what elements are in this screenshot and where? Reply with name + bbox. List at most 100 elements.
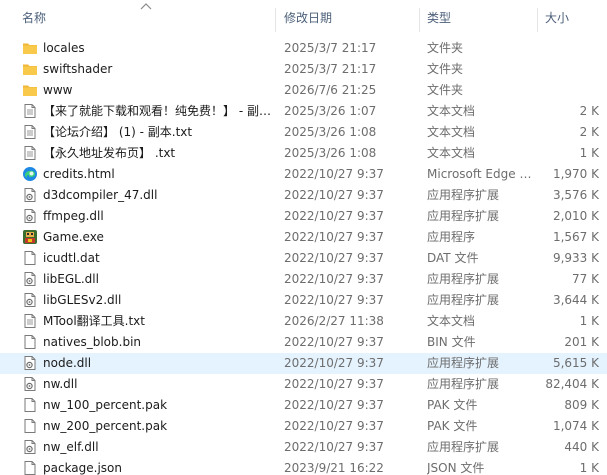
file-type: BIN 文件 bbox=[427, 335, 476, 349]
sort-ascending-icon[interactable] bbox=[140, 1, 152, 11]
text-file-icon bbox=[22, 124, 38, 140]
file-icon bbox=[22, 418, 38, 434]
file-size: 809 K bbox=[564, 398, 599, 412]
file-name: locales bbox=[43, 41, 85, 55]
file-type: 文本文档 bbox=[427, 146, 476, 160]
dll-file-icon bbox=[22, 187, 38, 203]
text-file-icon bbox=[22, 103, 38, 119]
file-type: 应用程序扩展 bbox=[427, 377, 500, 391]
file-modified-date: 2022/10/27 9:37 bbox=[284, 251, 384, 265]
file-icon bbox=[22, 460, 38, 475]
file-size: 201 K bbox=[564, 335, 599, 349]
dll-file-icon bbox=[22, 292, 38, 308]
file-row[interactable]: Game.exe 2022/10/27 9:37 应用程序 1,567 K bbox=[0, 227, 607, 248]
file-size: 5,615 K bbox=[552, 356, 599, 370]
file-modified-date: 2025/3/7 21:17 bbox=[284, 62, 377, 76]
file-modified-date: 2022/10/27 9:37 bbox=[284, 440, 384, 454]
file-name: nw.dll bbox=[43, 377, 78, 391]
file-modified-date: 2025/3/26 1:07 bbox=[284, 104, 377, 118]
file-name: nw_elf.dll bbox=[43, 440, 99, 454]
file-type: 应用程序扩展 bbox=[427, 209, 500, 223]
column-divider[interactable] bbox=[419, 8, 420, 32]
file-row[interactable]: www 2026/7/6 21:25 文件夹 bbox=[0, 80, 607, 101]
column-divider[interactable] bbox=[275, 8, 276, 32]
file-modified-date: 2023/9/21 16:22 bbox=[284, 461, 384, 475]
file-row[interactable]: libEGL.dll 2022/10/27 9:37 应用程序扩展 77 K bbox=[0, 269, 607, 290]
file-type: 应用程序 bbox=[427, 230, 476, 244]
file-name: icudtl.dat bbox=[43, 251, 100, 265]
file-modified-date: 2026/2/27 11:38 bbox=[284, 314, 384, 328]
file-list: locales 2025/3/7 21:17 文件夹 swiftshader 2… bbox=[0, 38, 607, 475]
file-row[interactable]: libGLESv2.dll 2022/10/27 9:37 应用程序扩展 3,6… bbox=[0, 290, 607, 311]
file-row[interactable]: 【永久地址发布页】 .txt 2025/3/26 1:08 文本文档 1 K bbox=[0, 143, 607, 164]
file-name: swiftshader bbox=[43, 62, 113, 76]
file-type: 应用程序扩展 bbox=[427, 293, 500, 307]
folder-icon bbox=[22, 82, 38, 98]
file-row[interactable]: icudtl.dat 2022/10/27 9:37 DAT 文件 9,933 … bbox=[0, 248, 607, 269]
file-row[interactable]: node.dll 2022/10/27 9:37 应用程序扩展 5,615 K bbox=[0, 353, 607, 374]
file-row[interactable]: locales 2025/3/7 21:17 文件夹 bbox=[0, 38, 607, 59]
file-name: 【永久地址发布页】 .txt bbox=[43, 146, 176, 160]
file-size: 1,074 K bbox=[552, 419, 599, 433]
file-name: d3dcompiler_47.dll bbox=[43, 188, 158, 202]
file-row[interactable]: nw_elf.dll 2022/10/27 9:37 应用程序扩展 440 K bbox=[0, 437, 607, 458]
file-name: package.json bbox=[43, 461, 123, 475]
file-type: 应用程序扩展 bbox=[427, 440, 500, 454]
file-name: natives_blob.bin bbox=[43, 335, 142, 349]
file-row[interactable]: nw.dll 2022/10/27 9:37 应用程序扩展 82,404 K bbox=[0, 374, 607, 395]
file-name: nw_200_percent.pak bbox=[43, 419, 168, 433]
file-size: 3,576 K bbox=[552, 188, 599, 202]
column-header-type[interactable]: 类型 bbox=[427, 0, 451, 36]
file-row[interactable]: 【来了就能下载和观看！纯免费！】 - 副… 2025/3/26 1:07 文本文… bbox=[0, 101, 607, 122]
file-modified-date: 2022/10/27 9:37 bbox=[284, 293, 384, 307]
file-row[interactable]: swiftshader 2025/3/7 21:17 文件夹 bbox=[0, 59, 607, 80]
file-size: 2 K bbox=[579, 125, 599, 139]
file-name: Game.exe bbox=[43, 230, 104, 244]
column-divider[interactable] bbox=[537, 8, 538, 32]
column-header-name[interactable]: 名称 bbox=[22, 0, 46, 36]
file-modified-date: 2022/10/27 9:37 bbox=[284, 419, 384, 433]
file-modified-date: 2022/10/27 9:37 bbox=[284, 398, 384, 412]
file-size: 1,970 K bbox=[552, 167, 599, 181]
dll-file-icon bbox=[22, 439, 38, 455]
file-size bbox=[544, 59, 599, 80]
file-row[interactable]: nw_100_percent.pak 2022/10/27 9:37 PAK 文… bbox=[0, 395, 607, 416]
game-exe-icon bbox=[22, 229, 38, 245]
file-size: 1 K bbox=[579, 461, 599, 475]
file-name: ffmpeg.dll bbox=[43, 209, 104, 223]
dll-file-icon bbox=[22, 208, 38, 224]
file-size: 1 K bbox=[579, 146, 599, 160]
file-name: nw_100_percent.pak bbox=[43, 398, 168, 412]
dll-file-icon bbox=[22, 355, 38, 371]
text-file-icon bbox=[22, 313, 38, 329]
file-row[interactable]: d3dcompiler_47.dll 2022/10/27 9:37 应用程序扩… bbox=[0, 185, 607, 206]
file-row[interactable]: package.json 2023/9/21 16:22 JSON 文件 1 K bbox=[0, 458, 607, 475]
file-row[interactable]: nw_200_percent.pak 2022/10/27 9:37 PAK 文… bbox=[0, 416, 607, 437]
file-modified-date: 2022/10/27 9:37 bbox=[284, 356, 384, 370]
text-file-icon bbox=[22, 145, 38, 161]
file-name: libGLESv2.dll bbox=[43, 293, 122, 307]
file-modified-date: 2025/3/26 1:08 bbox=[284, 146, 377, 160]
file-name: credits.html bbox=[43, 167, 115, 181]
file-row[interactable]: ffmpeg.dll 2022/10/27 9:37 应用程序扩展 2,010 … bbox=[0, 206, 607, 227]
file-modified-date: 2022/10/27 9:37 bbox=[284, 230, 384, 244]
file-row[interactable]: MTool翻译工具.txt 2026/2/27 11:38 文本文档 1 K bbox=[0, 311, 607, 332]
file-type: 应用程序扩展 bbox=[427, 356, 500, 370]
folder-icon bbox=[22, 61, 38, 77]
file-type: 应用程序扩展 bbox=[427, 188, 500, 202]
file-row[interactable]: natives_blob.bin 2022/10/27 9:37 BIN 文件 … bbox=[0, 332, 607, 353]
edge-icon bbox=[22, 166, 38, 182]
file-modified-date: 2025/3/7 21:17 bbox=[284, 41, 377, 55]
file-row[interactable]: credits.html 2022/10/27 9:37 Microsoft E… bbox=[0, 164, 607, 185]
file-size: 77 K bbox=[572, 272, 599, 286]
column-header-date[interactable]: 修改日期 bbox=[284, 0, 332, 36]
file-type: PAK 文件 bbox=[427, 419, 478, 433]
file-type: 文件夹 bbox=[427, 83, 464, 97]
column-header-size[interactable]: 大小 bbox=[545, 0, 569, 36]
file-type: 文件夹 bbox=[427, 62, 464, 76]
file-icon bbox=[22, 334, 38, 350]
file-type: 文本文档 bbox=[427, 125, 476, 139]
file-row[interactable]: 【论坛介绍】 (1) - 副本.txt 2025/3/26 1:08 文本文档 … bbox=[0, 122, 607, 143]
file-icon bbox=[22, 250, 38, 266]
file-size: 3,644 K bbox=[552, 293, 599, 307]
